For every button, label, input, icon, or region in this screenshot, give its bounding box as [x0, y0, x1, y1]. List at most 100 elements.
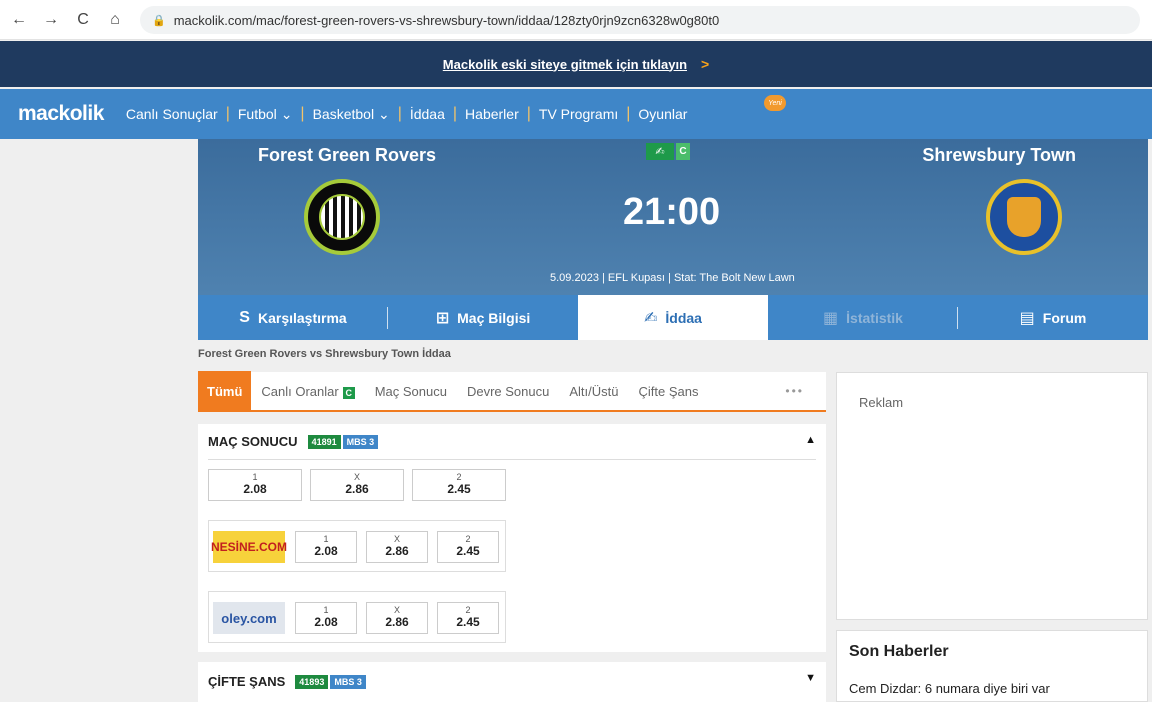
odd-value: 2.86	[345, 482, 369, 496]
news-title: Son Haberler	[849, 643, 949, 660]
betting-icon: ✍	[644, 309, 658, 327]
match-info: 5.09.2023 | EFL Kupası | Stat: The Bolt …	[550, 272, 795, 284]
filter-half-result[interactable]: Devre Sonucu	[457, 384, 559, 399]
match-info-icon: ⊞	[435, 309, 450, 327]
away-team-crest[interactable]	[986, 179, 1062, 255]
odd-value: 2.08	[314, 544, 338, 558]
home-team-name[interactable]: Forest Green Rovers	[258, 145, 436, 166]
market-code: 41891	[307, 434, 341, 449]
odd-label: 1	[323, 605, 329, 615]
home-crest-inner	[319, 194, 365, 240]
odd-button-home[interactable]: 1 2.08	[208, 469, 302, 501]
ad-box: Reklam	[836, 372, 1148, 620]
odd-value: 2.08	[243, 482, 267, 496]
statistics-icon: ▦	[823, 309, 839, 327]
breadcrumb: Forest Green Rovers vs Shrewsbury Town İ…	[198, 348, 451, 360]
home-icon[interactable]: ⌂	[102, 11, 128, 29]
filter-double-chance[interactable]: Çifte Şans	[628, 384, 708, 399]
odd-value: 2.86	[385, 615, 409, 629]
filter-over-under[interactable]: Altı/Üstü	[559, 384, 628, 399]
mbs-badge: MBS 3	[330, 674, 366, 689]
odd-button-draw[interactable]: X 2.86	[366, 531, 428, 563]
nav-item-news[interactable]: Haberler	[457, 106, 527, 122]
filter-match-result[interactable]: Maç Sonucu	[365, 384, 457, 399]
nav-item-iddaa[interactable]: İddaa	[402, 106, 453, 122]
old-site-link[interactable]: Mackolik eski siteye gitmek için tıklayı…	[443, 57, 687, 72]
tab-label: İstatistik	[846, 309, 903, 326]
chevron-down-icon: ⌄	[377, 105, 390, 122]
nav-item-tv[interactable]: TV Programı	[531, 106, 626, 122]
reload-icon[interactable]: C	[70, 11, 96, 29]
match-tabs: S Karşılaştırma ⊞ Maç Bilgisi ✍ İddaa ▦ İsta…	[198, 295, 1148, 340]
live-c-badge: C	[342, 386, 355, 399]
forward-icon[interactable]: →	[38, 11, 64, 29]
main-nav: mackolik Canlı Sonuçlar | Futbol ⌄ | Bas…	[0, 89, 1152, 139]
odd-label: X	[393, 534, 400, 544]
old-site-banner: Mackolik eski siteye gitmek için tıklayı…	[0, 41, 1152, 87]
bookmaker-row-oley: oley.com 1 2.08 X 2.86 2 2.45	[208, 591, 506, 643]
mbs-badge: MBS 3	[342, 434, 379, 449]
collapse-icon[interactable]: ▲	[805, 434, 816, 446]
odd-label: X	[353, 472, 360, 482]
away-team-name[interactable]: Shrewsbury Town	[922, 145, 1076, 166]
nav-item-football[interactable]: Futbol ⌄	[230, 106, 301, 123]
odd-button-home[interactable]: 1 2.08	[295, 602, 357, 634]
expand-icon[interactable]: ▼	[805, 672, 816, 684]
odd-label: 2	[456, 472, 462, 482]
live-betting-badge: ✍ C	[646, 143, 690, 160]
site-logo[interactable]: mackolik	[18, 102, 104, 126]
market-title: ÇİFTE ŞANS	[208, 674, 286, 689]
divider	[208, 459, 816, 460]
chevron-right-icon: >	[701, 56, 710, 72]
match-header: Forest Green Rovers Shrewsbury Town ✍ C …	[198, 139, 1148, 295]
market-match-result: MAÇ SONUCU 41891 MBS 3 ▲ 1 2.08 X 2.86 2 2.…	[198, 424, 826, 652]
market-header[interactable]: ÇİFTE ŞANS 41893 MBS 3	[208, 674, 366, 689]
nav-item-basketball[interactable]: Basketbol ⌄	[305, 106, 398, 123]
odd-button-away[interactable]: 2 2.45	[437, 531, 499, 563]
lock-icon: 🔒	[152, 14, 166, 27]
nav-item-live[interactable]: Canlı Sonuçlar	[118, 106, 226, 122]
market-code: 41893	[295, 674, 329, 689]
market-title: MAÇ SONUCU	[208, 434, 298, 449]
odd-label: 1	[252, 472, 258, 482]
odd-label: 1	[323, 534, 329, 544]
nesine-logo[interactable]: NESİNE.COM	[211, 531, 287, 563]
betting-icon: ✍	[646, 143, 674, 160]
filter-live-odds-label: Canlı Oranlar	[261, 383, 339, 399]
market-double-chance: ÇİFTE ŞANS 41893 MBS 3 ▼	[198, 662, 826, 702]
tab-label: Maç Bilgisi	[457, 309, 531, 326]
match-time: 21:00	[623, 191, 721, 233]
odd-button-away[interactable]: 2 2.45	[437, 602, 499, 634]
new-badge: Yeni	[764, 95, 786, 111]
nav-item-games[interactable]: Oyunlar	[630, 106, 695, 122]
odds-panel: Tümü Canlı Oranlar C Maç Sonucu Devre Son…	[198, 371, 826, 702]
oley-logo[interactable]: oley.com	[213, 602, 285, 634]
bookmaker-row-nesine: NESİNE.COM 1 2.08 X 2.86 2 2.45	[208, 520, 506, 572]
filter-live-odds[interactable]: Canlı Oranlar C	[251, 384, 364, 399]
comparison-icon: S	[239, 308, 250, 326]
odd-value: 2.45	[456, 544, 480, 558]
tab-label: İddaa	[665, 309, 702, 326]
odd-label: X	[393, 605, 400, 615]
more-icon[interactable]: •••	[785, 384, 804, 398]
tab-statistics[interactable]: ▦ İstatistik	[768, 295, 958, 340]
market-header[interactable]: MAÇ SONUCU 41891 MBS 3	[208, 434, 379, 449]
odd-button-away[interactable]: 2 2.45	[412, 469, 506, 501]
address-bar[interactable]: 🔒 mackolik.com/mac/forest-green-rovers-v…	[140, 6, 1140, 34]
odd-value: 2.45	[456, 615, 480, 629]
odd-button-draw[interactable]: X 2.86	[366, 602, 428, 634]
odd-button-draw[interactable]: X 2.86	[310, 469, 404, 501]
browser-toolbar: ← → C ⌂ 🔒 mackolik.com/mac/forest-green-…	[0, 0, 1152, 40]
back-icon[interactable]: ←	[6, 11, 32, 29]
market-filter-bar: Tümü Canlı Oranlar C Maç Sonucu Devre Son…	[198, 371, 826, 412]
tab-iddaa[interactable]: ✍ İddaa	[578, 295, 768, 340]
odd-button-home[interactable]: 1 2.08	[295, 531, 357, 563]
tab-match-info[interactable]: ⊞ Maç Bilgisi	[388, 295, 578, 340]
home-team-crest[interactable]	[304, 179, 380, 255]
tab-forum[interactable]: ▤ Forum	[958, 295, 1148, 340]
news-item[interactable]: Cem Dizdar: 6 numara diye biri var	[849, 681, 1050, 696]
nav-item-football-label: Futbol	[237, 105, 277, 122]
tab-comparison[interactable]: S Karşılaştırma	[198, 295, 388, 340]
filter-all[interactable]: Tümü	[198, 371, 252, 411]
ad-label: Reklam	[859, 395, 904, 410]
